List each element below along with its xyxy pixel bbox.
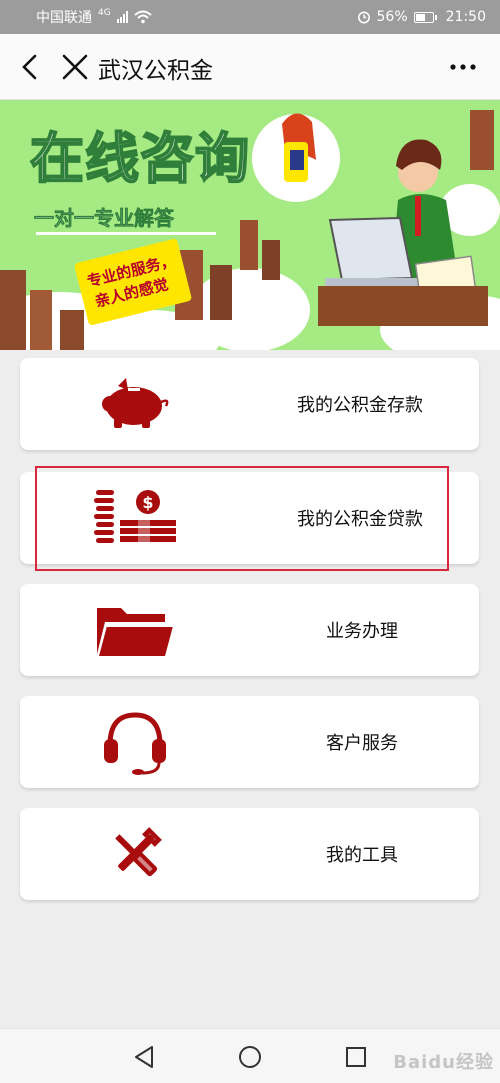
tools-icon <box>115 827 162 877</box>
coins-money-icon: $ <box>94 490 176 543</box>
status-bar: 中国联通 4G 56% 21:50 <box>0 0 500 34</box>
close-icon[interactable] <box>60 52 90 82</box>
piggy-bank-icon <box>102 378 169 428</box>
battery-percent: 56% <box>376 9 408 25</box>
menu-card-loans[interactable]: $ 我的公积金贷款 <box>20 472 479 564</box>
icon-wrap <box>20 358 250 450</box>
menu-card-savings[interactable]: 我的公积金存款 <box>20 358 479 450</box>
headset-icon <box>104 712 166 775</box>
nav-home-icon[interactable] <box>236 1043 264 1071</box>
battery-icon <box>413 11 437 23</box>
icon-wrap <box>20 696 250 788</box>
menu-label: 业务办理 <box>326 621 398 642</box>
menu-card-tools[interactable]: 我的工具 <box>20 808 479 900</box>
title-bar: 武汉公积金 <box>0 34 500 100</box>
consult-banner[interactable]: 在线咨询 一对一专业解答 专业的服务， 亲人的感觉 <box>0 100 500 350</box>
menu-card-business[interactable]: 业务办理 <box>20 584 479 676</box>
more-options-icon[interactable] <box>448 56 478 78</box>
signal-icon <box>116 11 128 23</box>
nav-back-icon[interactable] <box>130 1043 158 1071</box>
banner-subline: 一对一专业解答 <box>34 206 175 231</box>
watermark: Baidu经验 <box>393 1052 494 1073</box>
alarm-icon <box>357 11 370 24</box>
banner-underline <box>36 232 216 235</box>
back-arrow-icon[interactable] <box>16 52 46 82</box>
banner-headline: 在线咨询 <box>29 126 250 191</box>
menu-label: 我的公积金存款 <box>297 395 423 416</box>
icon-wrap <box>20 808 250 900</box>
menu-label: 客户服务 <box>326 733 398 754</box>
menu-label: 我的公积金贷款 <box>297 509 423 530</box>
icon-wrap: $ <box>20 472 250 564</box>
svg-text:$: $ <box>142 493 153 512</box>
nav-recents-icon[interactable] <box>342 1043 370 1071</box>
clock: 21:50 <box>445 9 486 25</box>
menu-label: 我的工具 <box>326 845 398 866</box>
menu-card-customer-service[interactable]: 客户服务 <box>20 696 479 788</box>
carrier-label: 中国联通 <box>36 10 92 26</box>
page-title: 武汉公积金 <box>98 58 213 84</box>
wifi-icon <box>134 10 152 24</box>
folder-icon <box>97 608 173 656</box>
icon-wrap <box>20 584 250 676</box>
network-label: 4G <box>98 8 111 18</box>
